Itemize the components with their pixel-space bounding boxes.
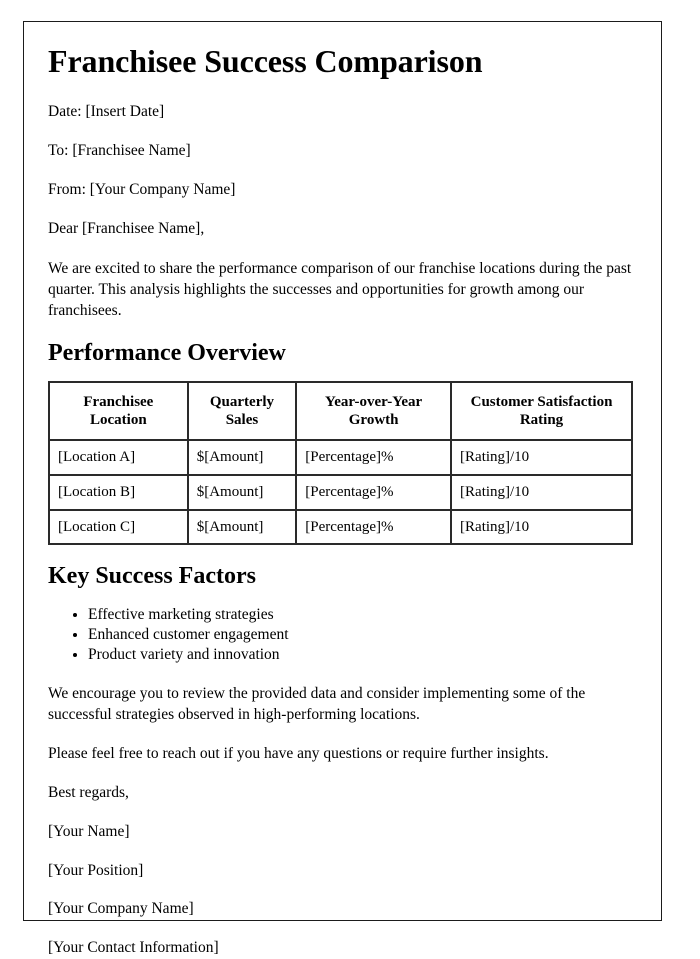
cell-sales: $[Amount] <box>187 509 297 545</box>
signature-your-position: [Your Position] <box>48 861 144 879</box>
document-body: Franchisee Success Comparison Date: [Ins… <box>24 22 661 959</box>
cell-sales: $[Amount] <box>187 440 297 475</box>
signature-your-name: [Your Name] <box>48 822 130 840</box>
cell-growth: [Percentage]% <box>296 509 452 545</box>
list-item: Enhanced customer engagement <box>88 625 637 645</box>
cell-growth: [Percentage]% <box>296 474 452 510</box>
section-heading-key-success-factors: Key Success Factors <box>48 563 256 590</box>
cell-rating: [Rating]/10 <box>451 440 632 475</box>
cell-sales: $[Amount] <box>187 474 297 510</box>
section-heading-performance-overview: Performance Overview <box>48 339 286 366</box>
closing-paragraph-reach-out: Please feel free to reach out if you hav… <box>48 745 549 763</box>
cell-location: [Location A] <box>49 440 188 475</box>
performance-table: Franchisee Location Quarterly Sales Year… <box>48 381 633 546</box>
column-header-customer-satisfaction-rating: Customer Satisfaction Rating <box>451 382 632 441</box>
cell-rating: [Rating]/10 <box>451 509 632 545</box>
signoff: Best regards, <box>48 783 129 801</box>
closing-paragraph-encourage: We encourage you to review the provided … <box>48 684 586 723</box>
success-factors-list: Effective marketing strategies Enhanced … <box>48 605 637 664</box>
list-item: Effective marketing strategies <box>88 605 637 625</box>
column-header-franchisee-location: Franchisee Location <box>49 382 188 441</box>
meta-line-to: To: [Franchisee Name] <box>48 141 191 159</box>
salutation: Dear [Franchisee Name], <box>48 219 205 237</box>
signature-your-company-name: [Your Company Name] <box>48 900 194 918</box>
cell-location: [Location B] <box>49 474 188 510</box>
cell-rating: [Rating]/10 <box>451 474 632 510</box>
cell-growth: [Percentage]% <box>296 440 452 475</box>
table-row: [Location A] $[Amount] [Percentage]% [Ra… <box>49 440 632 475</box>
page-title: Franchisee Success Comparison <box>48 43 483 79</box>
signature-your-contact-information: [Your Contact Information] <box>48 939 219 957</box>
column-header-quarterly-sales: Quarterly Sales <box>187 382 297 441</box>
table-header-row: Franchisee Location Quarterly Sales Year… <box>49 382 632 441</box>
intro-paragraph: We are excited to share the performance … <box>48 259 632 320</box>
document-page: Franchisee Success Comparison Date: [Ins… <box>23 21 662 956</box>
table-row: [Location C] $[Amount] [Percentage]% [Ra… <box>49 509 632 545</box>
list-item: Product variety and innovation <box>88 645 637 665</box>
column-header-yoy-growth: Year-over-Year Growth <box>296 382 452 441</box>
meta-line-from: From: [Your Company Name] <box>48 180 236 198</box>
meta-line-date: Date: [Insert Date] <box>48 102 165 120</box>
cell-location: [Location C] <box>49 509 188 545</box>
table-row: [Location B] $[Amount] [Percentage]% [Ra… <box>49 474 632 510</box>
